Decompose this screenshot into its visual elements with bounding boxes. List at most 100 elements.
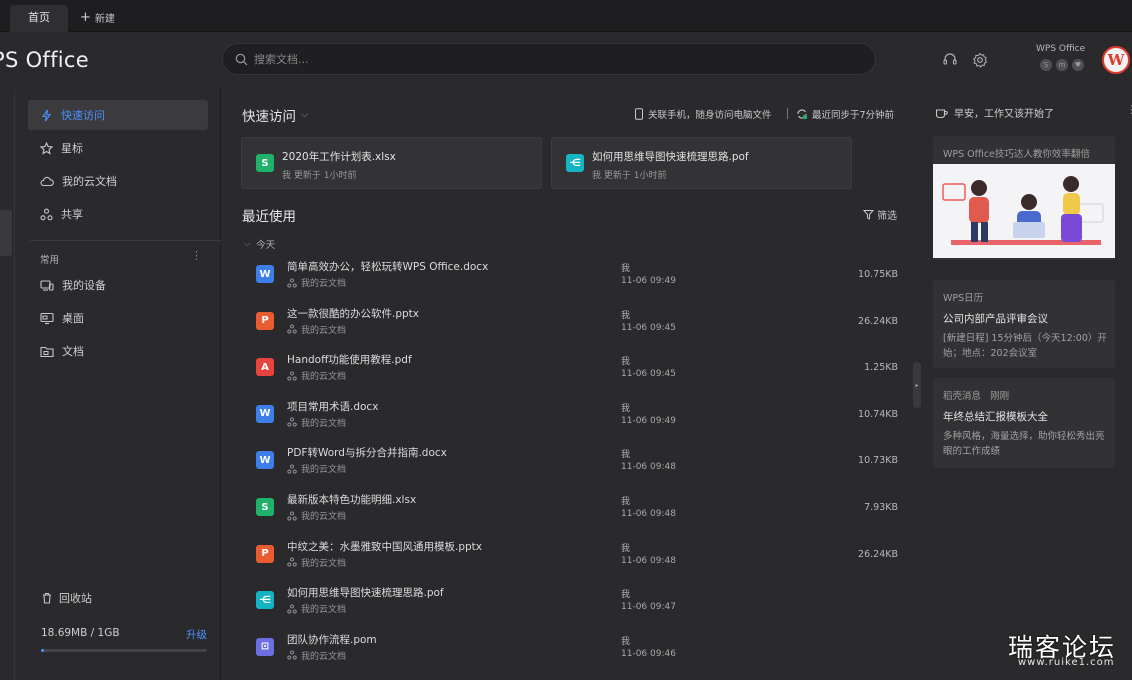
recent-title: 最近使用 — [242, 209, 296, 225]
trash-icon — [43, 592, 51, 604]
file-owner: 我 — [621, 450, 631, 461]
file-size: 26.24KB — [858, 315, 898, 327]
phone-link[interactable]: 关联手机，随身访问电脑文件 — [634, 107, 772, 121]
greeting: 早安，工作又该开始了 — [935, 105, 1054, 120]
gear-icon[interactable] — [972, 52, 988, 68]
message-head: 稻壳消息 刚刚 — [943, 388, 1009, 402]
tips-illustration — [933, 164, 1115, 258]
file-time: 11-06 09:49 — [621, 415, 676, 426]
tips-panel[interactable]: WPS Office技巧达人教你效率翻倍 — [933, 136, 1115, 260]
table-row[interactable]: ⊡ 团队协作流程.pom 我的云文档 我 11-06 09:46 — [242, 628, 906, 674]
search-bar[interactable] — [222, 43, 876, 75]
file-location-label: 我的云文档 — [301, 651, 347, 662]
phone-icon — [635, 108, 643, 120]
chevron-down-icon: ⌵ — [301, 110, 308, 120]
collapse-handle[interactable]: ▸ — [913, 362, 921, 408]
headset-icon[interactable] — [942, 52, 958, 68]
file-size: 1.25KB — [864, 362, 898, 374]
app-header: PS Office WPS Office S m ♥ W — [0, 32, 1132, 90]
badge-m-icon: m — [1056, 59, 1068, 71]
quick-access-label: 快速访问 — [242, 109, 296, 125]
sidebar-section-title: 常用 — [40, 255, 60, 266]
xlsx-file-icon: S — [256, 154, 274, 172]
file-owner: 我 — [621, 497, 631, 507]
message-time: 刚刚 — [990, 391, 1010, 402]
file-size: 10.75KB — [858, 269, 898, 280]
sync-status[interactable]: 最近同步于7分钟前 — [796, 107, 894, 121]
share-icon — [287, 557, 297, 567]
table-row[interactable]: P 中纹之美：水墨雅致中国风通用模板.pptx 我的云文档 我 11-06 09:48 2… — [242, 535, 906, 581]
file-owner: 我 — [621, 310, 631, 321]
table-row[interactable]: P 这一款很酷的办公软件.pptx 我的云文档 我 11-06 09:45 26.24KB — [242, 302, 906, 348]
tab-new-button[interactable]: + 新建 — [80, 10, 115, 26]
greeting-label: 早安，工作又该开始了 — [954, 109, 1054, 120]
sidebar-item-desktop[interactable]: 桌面 — [28, 303, 208, 333]
phone-link-label: 关联手机，随身访问电脑文件 — [648, 110, 772, 121]
search-icon — [235, 53, 248, 65]
trash-button[interactable]: 回收站 — [41, 590, 92, 606]
today-label: 今天 — [256, 240, 276, 251]
calendar-panel[interactable]: WPS日历 公司内部产品评审会议 [新建日程] 15分钟后（今天12:00）开始… — [933, 280, 1115, 368]
message-body: 多种风格，海量选择，助你轻松秀出亮眼的工作成绩 — [943, 431, 1105, 457]
sidebar-item-label: 桌面 — [62, 312, 84, 325]
file-location: 我的云文档 — [287, 416, 346, 429]
xlsx-file-icon: S — [256, 498, 274, 516]
table-row[interactable]: W PDF转Word与拆分合并指南.docx 我的云文档 我 11-06 09:48 10… — [242, 441, 906, 487]
sidebar-item-documents[interactable]: 文档 — [28, 336, 208, 366]
watermark-url: www.ruike1.com — [1018, 657, 1115, 668]
calendar-head: WPS日历 — [943, 293, 984, 304]
file-name: 简单高效办公，轻松玩转WPS Office.docx — [287, 261, 489, 273]
header-separator — [787, 108, 788, 119]
mind-file-icon: ⋲ — [256, 591, 274, 610]
more-icon[interactable]: ⋮ — [1126, 103, 1132, 116]
file-time: 11-06 09:48 — [621, 462, 676, 473]
sidebar-item-my-device[interactable]: 我的设备 — [28, 270, 208, 300]
calendar-body: [新建日程] 15分钟后（今天12:00）开始；地点：202会议室 — [943, 333, 1107, 359]
pdf-file-icon: A — [256, 358, 274, 377]
share-icon — [40, 208, 53, 220]
file-location: 我的云文档 — [287, 276, 346, 289]
file-location-label: 我的云文档 — [301, 418, 347, 429]
tab-home[interactable]: 首页 — [10, 5, 68, 32]
trash-label: 回收站 — [59, 592, 92, 605]
quick-card[interactable]: ⋲ 如何用思维导图快速梳理思路.pof 我 更新于 1小时前 — [551, 137, 852, 189]
star-icon — [40, 141, 53, 155]
upgrade-link[interactable]: 升级 — [186, 627, 207, 642]
sidebar-item-quick-access[interactable]: 快速访问 — [28, 100, 208, 130]
avatar[interactable]: W — [1102, 46, 1130, 74]
sidebar-item-label: 我的设备 — [62, 279, 106, 292]
file-owner: 我 — [621, 636, 631, 647]
quick-card[interactable]: S 2020年工作计划表.xlsx 我 更新于 1小时前 — [241, 137, 542, 189]
tab-bar: 首页 + 新建 — [0, 0, 1132, 32]
lightning-icon — [41, 109, 52, 121]
sidebar-item-shared[interactable]: 共享 — [28, 199, 208, 229]
today-group[interactable]: ⌵ 今天 — [244, 237, 275, 251]
table-row[interactable]: A Handoff功能使用教程.pdf 我的云文档 我 11-06 09:45 1.25K… — [242, 348, 906, 394]
file-time: 11-06 09:45 — [621, 369, 676, 380]
message-panel[interactable]: 稻壳消息 刚刚 年终总结汇报模板大全 多种风格，海量选择，助你轻松秀出亮眼的工作… — [933, 378, 1115, 468]
quick-card-title: 2020年工作计划表.xlsx — [282, 151, 396, 163]
more-icon[interactable]: ⋮ — [191, 249, 202, 262]
cloud-icon — [40, 176, 54, 186]
file-owner: 我 — [621, 357, 631, 368]
table-row[interactable]: W 项目常用术语.docx 我的云文档 我 11-06 09:49 10.74KB — [242, 395, 906, 441]
file-location-label: 我的云文档 — [301, 279, 347, 289]
table-row[interactable]: W 简单高效办公，轻松玩转WPS Office.docx 我的云文档 我 11-06 0… — [242, 255, 906, 301]
table-row[interactable]: S 最新版本特色功能明细.xlsx 我的云文档 我 11-06 09:48 7.93KB — [242, 488, 906, 534]
sidebar-item-starred[interactable]: 星标 — [28, 133, 208, 163]
file-owner: 我 — [621, 403, 631, 414]
member-badges: S m ♥ — [1040, 59, 1084, 71]
quick-access-title[interactable]: 快速访问 ⌵ — [242, 105, 308, 125]
filter-button[interactable]: 筛选 — [863, 207, 897, 222]
sync-status-label: 最近同步于7分钟前 — [812, 110, 895, 121]
sidebar-item-label: 快速访问 — [61, 109, 105, 122]
chevron-down-icon: ⌵ — [244, 239, 251, 248]
share-icon — [287, 277, 297, 288]
file-name: 这一款很酷的办公软件.pptx — [287, 307, 419, 320]
left-strip-handle[interactable] — [0, 210, 12, 256]
storage-bar — [41, 649, 207, 652]
table-row[interactable]: ⋲ 如何用思维导图快速梳理思路.pof 我的云文档 我 11-06 09:47 — [242, 581, 906, 627]
sidebar-item-cloud-docs[interactable]: 我的云文档 — [28, 166, 208, 196]
desktop-icon — [40, 312, 54, 324]
search-input[interactable] — [254, 52, 814, 66]
